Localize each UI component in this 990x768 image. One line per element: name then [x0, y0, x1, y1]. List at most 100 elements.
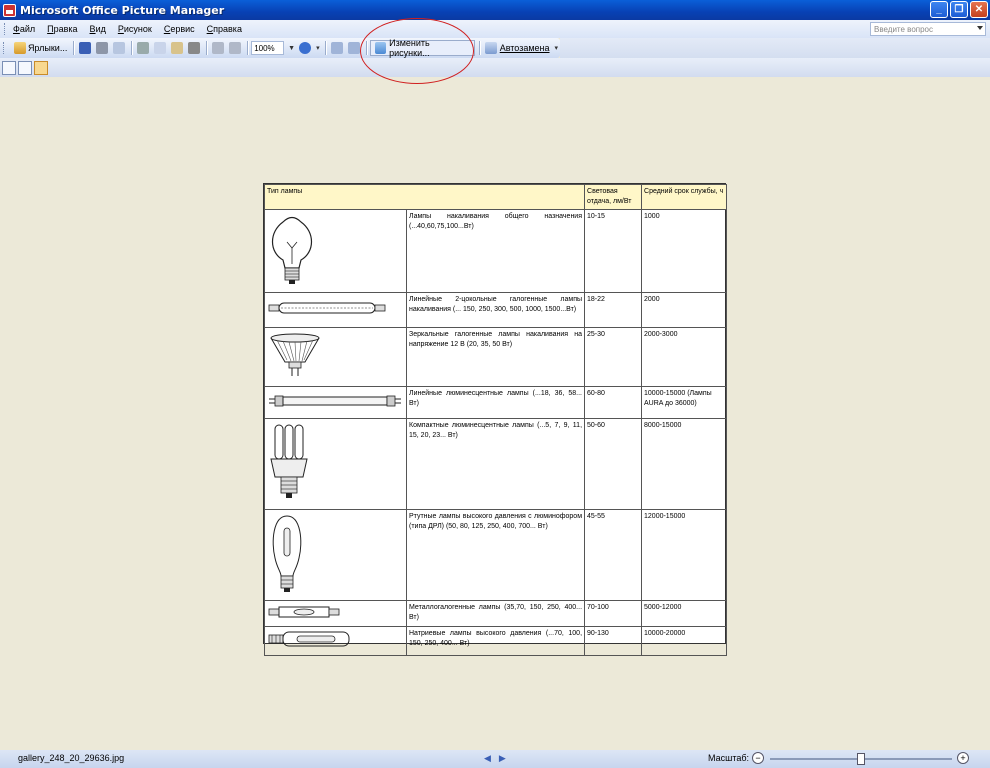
fluorescent-tube-icon [269, 395, 401, 406]
menu-picture[interactable]: Рисунок [118, 24, 152, 34]
mercury-lamp-icon [272, 515, 302, 592]
rotate-right-icon [347, 42, 360, 54]
filmstrip-view-button[interactable] [18, 60, 32, 75]
lamp-lifetime: 10000-15000 (Лампы AURA до 36000) [641, 386, 728, 419]
restore-button[interactable]: ❐ [950, 1, 968, 18]
rotate-left-icon [330, 42, 343, 54]
help-button[interactable] [297, 40, 313, 56]
next-picture-icon[interactable]: ▶ [499, 753, 506, 764]
menu-edit[interactable]: Правка [47, 24, 77, 34]
toolbar-separator [247, 41, 249, 55]
lamp-lifetime: 10000-20000 [641, 626, 728, 656]
redo-button[interactable] [227, 40, 243, 56]
menu-help[interactable]: Справка [207, 24, 242, 34]
zoom-out-icon[interactable]: − [752, 752, 764, 764]
edit-pictures-button[interactable]: Изменить рисунки... [369, 38, 475, 58]
shortcuts-label: Ярлыки... [27, 43, 68, 53]
lamp-efficacy: 50-60 [584, 418, 643, 510]
save-button[interactable] [77, 40, 93, 56]
picture-manager-app-icon[interactable] [3, 3, 16, 17]
toolbar-options-icon[interactable]: ▾ [316, 44, 320, 52]
window-controls: _ ❐ ✕ [930, 1, 988, 18]
paste-icon [171, 42, 184, 54]
toolbar-separator [365, 41, 367, 55]
zoom-slider-thumb[interactable] [857, 753, 865, 765]
toolbar-separator [478, 41, 480, 55]
table-row: Лампы накаливания общего назначения (...… [264, 209, 728, 293]
window-title: Microsoft Office Picture Manager [20, 3, 225, 17]
menu-file[interactable]: Файл [13, 24, 35, 34]
help-icon [299, 42, 312, 54]
toolbar-options-icon[interactable]: ▾ [555, 44, 559, 52]
print-button[interactable] [94, 40, 110, 56]
lamp-efficacy: 45-55 [584, 509, 643, 601]
rotate-left-button[interactable] [329, 40, 345, 56]
picture-preview: Тип лампы Световая отдача, лм/Вт Средний… [263, 183, 728, 656]
lamp-efficacy: 90-130 [584, 626, 643, 656]
toolbar-separator [206, 41, 208, 55]
toolbar-grip[interactable] [3, 42, 6, 54]
chevron-down-icon[interactable]: ▼ [288, 45, 295, 52]
autocorrect-button[interactable]: Автозамена [483, 40, 552, 56]
zoom-select[interactable]: 100% [251, 41, 285, 55]
undo-button[interactable] [210, 40, 226, 56]
undo-icon [212, 42, 225, 54]
lamp-image-cell [264, 600, 407, 627]
shortcuts-button[interactable]: Ярлыки... [12, 40, 69, 56]
copy-button[interactable] [152, 40, 168, 56]
lamp-image-cell [264, 509, 407, 601]
minimize-button[interactable]: _ [930, 1, 948, 18]
picture-navigation: ◀ ▶ [484, 753, 506, 764]
menu-view[interactable]: Вид [90, 24, 106, 34]
delete-icon [188, 42, 201, 54]
table-row: Металлогалогенные лампы (35,70, 150, 250… [264, 600, 728, 627]
cut-icon [137, 42, 150, 54]
lamp-description: Линейные люминесцентные лампы (...18, 36… [405, 386, 586, 419]
status-bar: gallery_248_20_29636.jpg ◀ ▶ Масштаб: − … [0, 750, 990, 768]
edit-pictures-label: Изменить рисунки... [389, 38, 430, 58]
thumbnail-view-button[interactable] [2, 60, 16, 75]
view-toolbar [0, 58, 990, 77]
lamp-lifetime: 2000-3000 [641, 327, 728, 387]
table-row: Линейные 2-цокольные галогенные лампы на… [264, 292, 728, 328]
lamp-description: Компактные люминесцентные лампы (...5, 7… [405, 418, 586, 510]
zoom-label: Масштаб: [708, 753, 750, 763]
lamp-image-cell [264, 626, 407, 656]
incandescent-bulb-icon [271, 216, 313, 284]
header-lamp-type: Тип лампы [263, 184, 586, 210]
lamp-image-cell [264, 209, 407, 293]
lamp-image-cell [264, 292, 407, 328]
paste-button[interactable] [169, 40, 185, 56]
lamp-efficacy: 25-30 [584, 327, 643, 387]
email-button[interactable] [111, 40, 127, 56]
zoom-in-icon[interactable]: + [957, 752, 969, 764]
table-row: Линейные люминесцентные лампы (...18, 36… [264, 386, 728, 419]
copy-icon [154, 42, 167, 54]
toolbar-separator [131, 41, 133, 55]
lamp-image-cell [264, 327, 407, 387]
cut-button[interactable] [135, 40, 151, 56]
table-row: Компактные люминесцентные лампы (...5, 7… [264, 418, 728, 510]
print-icon [96, 42, 109, 54]
previous-picture-icon[interactable]: ◀ [484, 753, 491, 764]
delete-button[interactable] [186, 40, 202, 56]
help-search-placeholder: Введите вопрос [874, 24, 933, 34]
toolbar-separator [73, 41, 75, 55]
close-button[interactable]: ✕ [970, 1, 988, 18]
lamp-description: Ртутные лампы высокого давления с люмино… [405, 509, 586, 601]
single-picture-view-button[interactable] [34, 60, 48, 75]
email-icon [113, 42, 126, 54]
linear-halogen-lamp-icon [268, 302, 386, 314]
compact-fluorescent-lamp-icon [270, 424, 308, 498]
help-search-input[interactable]: Введите вопрос [870, 22, 986, 36]
reflector-halogen-lamp-icon [270, 333, 320, 376]
menu-tools[interactable]: Сервис [164, 24, 195, 34]
header-efficacy: Световая отдача, лм/Вт [584, 184, 643, 210]
rotate-right-button[interactable] [346, 40, 362, 56]
lamp-efficacy: 18-22 [584, 292, 643, 328]
title-bar: Microsoft Office Picture Manager _ ❐ ✕ [0, 0, 990, 20]
menu-grip[interactable] [4, 23, 7, 35]
standard-toolbar: Ярлыки... 100% ▼ ▾ Изменить рисунки... А… [0, 38, 560, 58]
chevron-down-icon[interactable] [977, 26, 983, 30]
lamp-description: Зеркальные галогенные лампы накаливания … [405, 327, 586, 387]
